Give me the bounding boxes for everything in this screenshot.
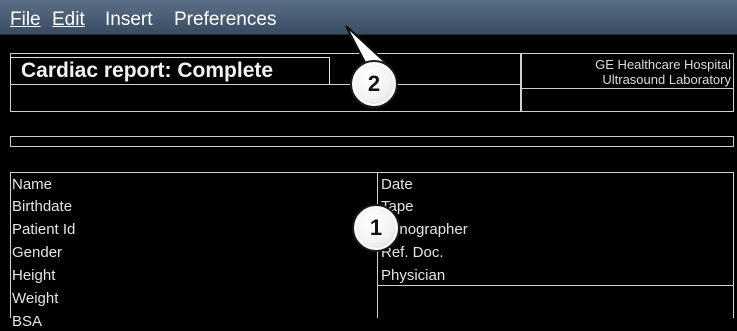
menu-bar: File Edit Insert Preferences xyxy=(0,0,737,35)
menu-preferences[interactable]: Preferences xyxy=(174,9,276,31)
report-comment-field[interactable] xyxy=(10,136,734,147)
field-label-physician: Physician xyxy=(381,267,446,284)
menu-insert-label: Insert xyxy=(105,9,153,30)
field-label-weight: Weight xyxy=(12,290,59,307)
laboratory-name: Ultrasound Laboratory xyxy=(602,72,731,87)
header-divider xyxy=(10,84,522,85)
field-label-name: Name xyxy=(12,176,53,193)
menu-edit-label: Edit xyxy=(52,9,85,30)
header-right-divider xyxy=(520,88,734,89)
menu-edit[interactable]: Edit xyxy=(52,9,85,31)
field-label-height: Height xyxy=(12,267,56,284)
menu-file-label: File xyxy=(10,9,41,30)
hospital-name: GE Healthcare Hospital xyxy=(595,57,731,72)
field-label-date: Date xyxy=(381,176,413,193)
callout-2: 2 xyxy=(350,60,398,108)
exam-info-bottom xyxy=(377,285,734,286)
menu-insert[interactable]: Insert xyxy=(105,9,153,31)
callout-1: 1 xyxy=(352,204,400,252)
field-label-bsa: BSA xyxy=(12,313,43,330)
menu-file[interactable]: File xyxy=(10,9,41,31)
field-label-gender: Gender xyxy=(12,244,63,261)
report-title: Cardiac report: Complete xyxy=(10,57,330,85)
field-label-patient-id: Patient Id xyxy=(12,221,76,238)
menu-preferences-label: Preferences xyxy=(174,9,277,30)
field-label-birthdate: Birthdate xyxy=(12,198,73,215)
